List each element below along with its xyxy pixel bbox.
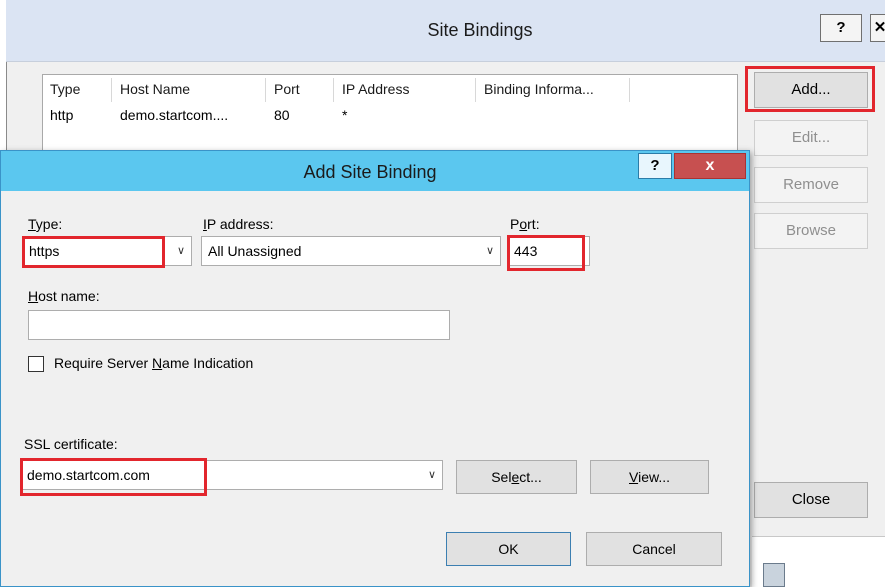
remove-button[interactable]: Remove [754, 167, 868, 203]
view-button[interactable]: View... [590, 460, 709, 494]
row-host-cell[interactable]: demo.startcom.... [114, 105, 266, 125]
column-header-type[interactable]: Type [44, 78, 112, 102]
port-input[interactable]: 443 [508, 236, 590, 266]
ip-address-dropdown[interactable]: All Unassigned ∨ [201, 236, 501, 266]
browse-button[interactable]: Browse [754, 213, 868, 249]
help-button[interactable]: ? [820, 14, 862, 42]
row-ip-cell[interactable]: * [336, 105, 476, 125]
close-button[interactable]: x [674, 153, 746, 179]
row-type-cell[interactable]: http [44, 105, 112, 125]
type-value: https [29, 243, 60, 259]
help-button[interactable]: ? [638, 153, 672, 179]
ssl-certificate-label: SSL certificate: [24, 436, 118, 452]
sni-label: Require Server Name Indication [54, 355, 254, 371]
host-name-label: Host name: [28, 288, 100, 304]
add-button[interactable]: Add... [754, 72, 868, 108]
ip-address-label: IP address: [203, 216, 274, 232]
edit-button[interactable]: Edit... [754, 120, 868, 156]
sni-checkbox[interactable] [28, 356, 44, 372]
port-value: 443 [514, 243, 538, 259]
close-dialog-button[interactable]: Close [754, 482, 868, 518]
row-port-cell[interactable]: 80 [268, 105, 334, 125]
add-site-binding-title: Add Site Binding [303, 162, 437, 182]
select-button[interactable]: Select... [456, 460, 577, 494]
ssl-certificate-value: demo.startcom.com [27, 467, 150, 483]
chevron-down-icon: ∨ [427, 469, 437, 481]
ssl-certificate-dropdown[interactable]: demo.startcom.com ∨ [20, 460, 443, 490]
type-label: Type: [28, 216, 63, 232]
site-bindings-title: Site Bindings [427, 20, 533, 40]
ok-button[interactable]: OK [446, 532, 571, 566]
chevron-down-icon: ∨ [176, 245, 186, 257]
close-button[interactable]: ✕ [870, 14, 885, 42]
column-header-host-name[interactable]: Host Name [114, 78, 266, 102]
column-header-ip-address[interactable]: IP Address [336, 78, 476, 102]
ip-address-value: All Unassigned [208, 243, 302, 259]
port-label: Port: [510, 216, 540, 232]
column-header-binding-information[interactable]: Binding Informa... [478, 78, 630, 102]
chevron-down-icon: ∨ [485, 245, 495, 257]
host-name-input[interactable] [28, 310, 450, 340]
type-dropdown[interactable]: https ∨ [22, 236, 192, 266]
document-icon [763, 563, 785, 587]
side-panel [752, 272, 870, 482]
cancel-button[interactable]: Cancel [586, 532, 722, 566]
column-header-port[interactable]: Port [268, 78, 334, 102]
